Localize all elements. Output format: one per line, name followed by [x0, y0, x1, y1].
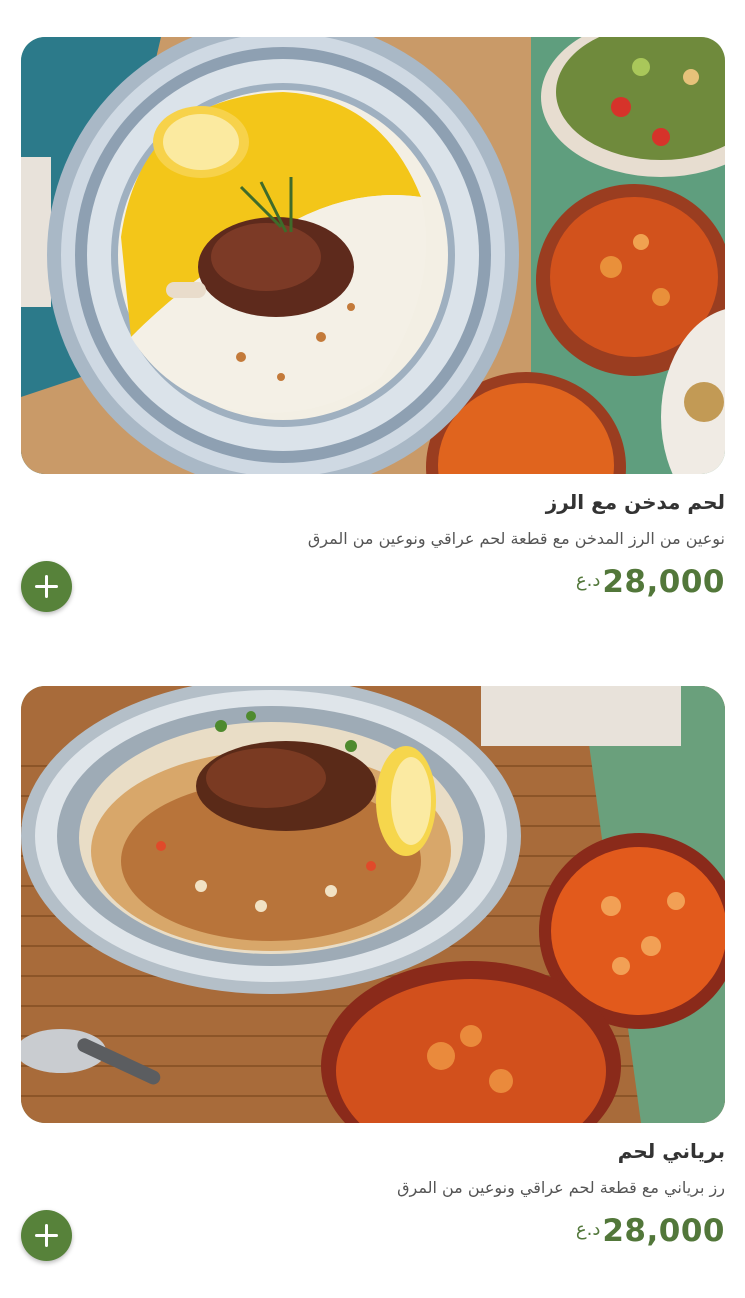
meat-biryani-image — [21, 686, 725, 1123]
price-amount: 28,000 — [602, 1213, 725, 1249]
dish-price: د.ع 28,000 — [576, 1213, 725, 1249]
smoked-meat-rice-image — [21, 37, 725, 474]
plus-icon — [35, 1224, 58, 1247]
add-to-cart-button[interactable] — [21, 1210, 72, 1261]
dish-title: برياني لحم — [617, 1139, 725, 1163]
add-to-cart-button[interactable] — [21, 561, 72, 612]
price-amount: 28,000 — [602, 564, 725, 600]
dish-description: نوعين من الرز المدخن مع قطعة لحم عراقي و… — [307, 529, 725, 548]
menu-item-card[interactable]: لحم مدخن مع الرز نوعين من الرز المدخن مع… — [21, 37, 725, 612]
price-currency: د.ع — [575, 570, 601, 591]
dish-description: رز برياني مع قطعة لحم عراقي ونوعين من ال… — [397, 1178, 725, 1197]
dish-title: لحم مدخن مع الرز — [545, 490, 725, 514]
plus-icon — [35, 575, 58, 598]
menu-item-card[interactable]: برياني لحم رز برياني مع قطعة لحم عراقي و… — [21, 686, 725, 1261]
dish-photo[interactable] — [21, 686, 725, 1123]
dish-photo[interactable] — [21, 37, 725, 474]
price-currency: د.ع — [575, 1219, 601, 1240]
menu-feed: لحم مدخن مع الرز نوعين من الرز المدخن مع… — [0, 0, 745, 1298]
dish-price: د.ع 28,000 — [576, 564, 725, 600]
